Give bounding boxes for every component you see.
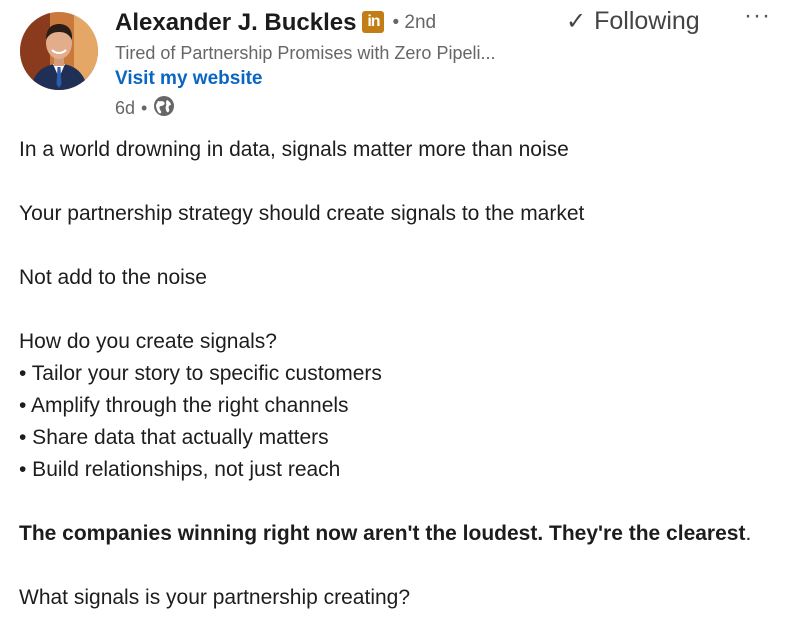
bullet-item: • Build relationships, not just reach: [19, 458, 341, 481]
post-line: Your partnership strategy should create …: [19, 202, 585, 225]
author-name-row: Alexander J. Buckles in • 2nd: [115, 9, 436, 37]
post-meta: 6d •: [115, 95, 175, 122]
author-headline[interactable]: Tired of Partnership Promises with Zero …: [115, 43, 495, 64]
bullet-item: • Share data that actually matters: [19, 426, 329, 449]
globe-icon: [153, 95, 175, 122]
bold-text: The companies winning right now aren't t…: [19, 522, 746, 545]
post-time: 6d: [115, 98, 136, 118]
avatar[interactable]: [20, 12, 98, 90]
visit-website-link[interactable]: Visit my website: [115, 68, 263, 90]
post-line: In a world drowning in data, signals mat…: [19, 138, 569, 161]
meta-separator: •: [141, 98, 148, 118]
more-options-icon[interactable]: ···: [744, 2, 771, 30]
checkmark-icon: ✓: [566, 8, 587, 35]
bold-statement: The companies winning right now aren't t…: [19, 518, 789, 550]
following-button[interactable]: ✓ Following: [566, 7, 700, 36]
post-line: Not add to the noise: [19, 266, 207, 289]
following-label: Following: [594, 7, 700, 35]
linkedin-premium-icon: in: [362, 11, 385, 33]
bold-period: .: [745, 522, 752, 545]
connection-degree: • 2nd: [392, 12, 437, 33]
author-name[interactable]: Alexander J. Buckles: [115, 9, 356, 37]
post-body: In a world drowning in data, signals mat…: [19, 134, 789, 614]
bullet-item: • Tailor your story to specific customer…: [19, 362, 382, 385]
post-line: How do you create signals?: [19, 330, 277, 353]
post-closing: What signals is your partnership creatin…: [19, 586, 411, 609]
bullet-item: • Amplify through the right channels: [19, 394, 349, 417]
